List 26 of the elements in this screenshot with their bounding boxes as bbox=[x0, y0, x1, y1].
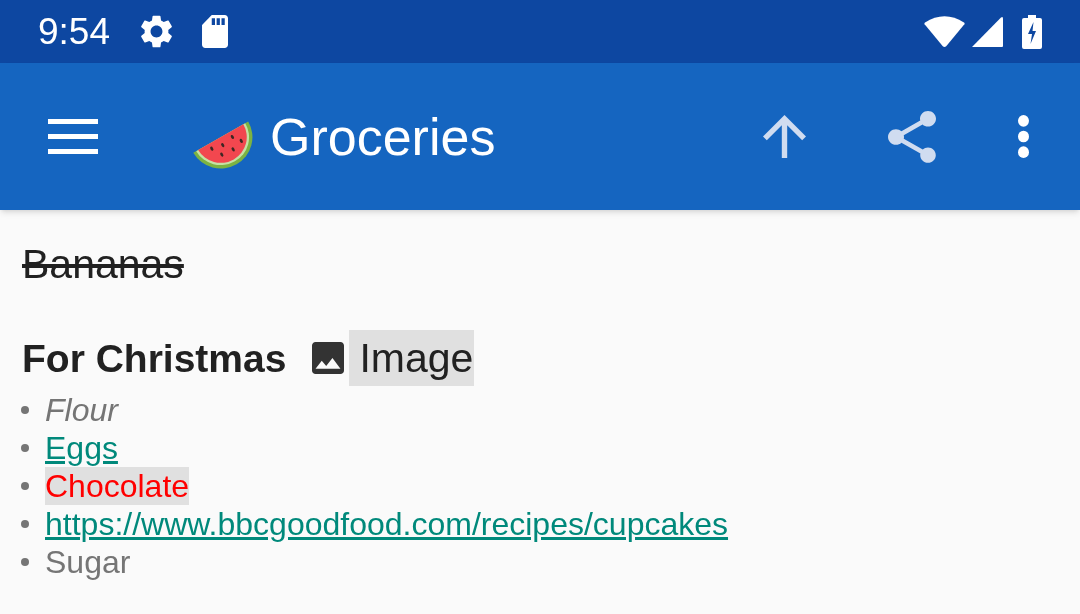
share-icon[interactable] bbox=[888, 110, 936, 163]
bullet-icon bbox=[21, 482, 29, 490]
list-item-text: Chocolate bbox=[45, 467, 190, 505]
image-icon bbox=[312, 342, 345, 374]
note-text: Bananas bbox=[22, 244, 184, 284]
image-attachment-label: Image bbox=[349, 330, 475, 386]
arrow-up-icon[interactable] bbox=[763, 115, 806, 158]
bullet-icon bbox=[21, 406, 29, 414]
battery-charging-icon bbox=[1022, 14, 1042, 49]
sd-card-icon bbox=[202, 15, 228, 48]
link[interactable]: https://www.bbcgoodfood.com/recipes/cupcakes bbox=[45, 505, 729, 543]
settings-icon bbox=[140, 15, 173, 48]
note-heading: For Christmas bbox=[22, 338, 287, 378]
more-options-icon[interactable] bbox=[1018, 115, 1029, 158]
bullet-icon bbox=[21, 444, 29, 452]
bullet-icon bbox=[21, 558, 29, 566]
watermelon-icon bbox=[193, 120, 253, 169]
signal-icon bbox=[971, 16, 1003, 47]
bullet-icon bbox=[21, 520, 29, 528]
link[interactable]: Eggs bbox=[45, 429, 118, 467]
app-title: Groceries bbox=[270, 110, 496, 163]
menu-icon[interactable] bbox=[48, 119, 98, 154]
wifi-icon bbox=[924, 16, 965, 47]
list-item-text: Sugar bbox=[45, 543, 131, 581]
list-item-text: Flour bbox=[45, 391, 118, 429]
status-time: 9:54 bbox=[38, 13, 110, 50]
